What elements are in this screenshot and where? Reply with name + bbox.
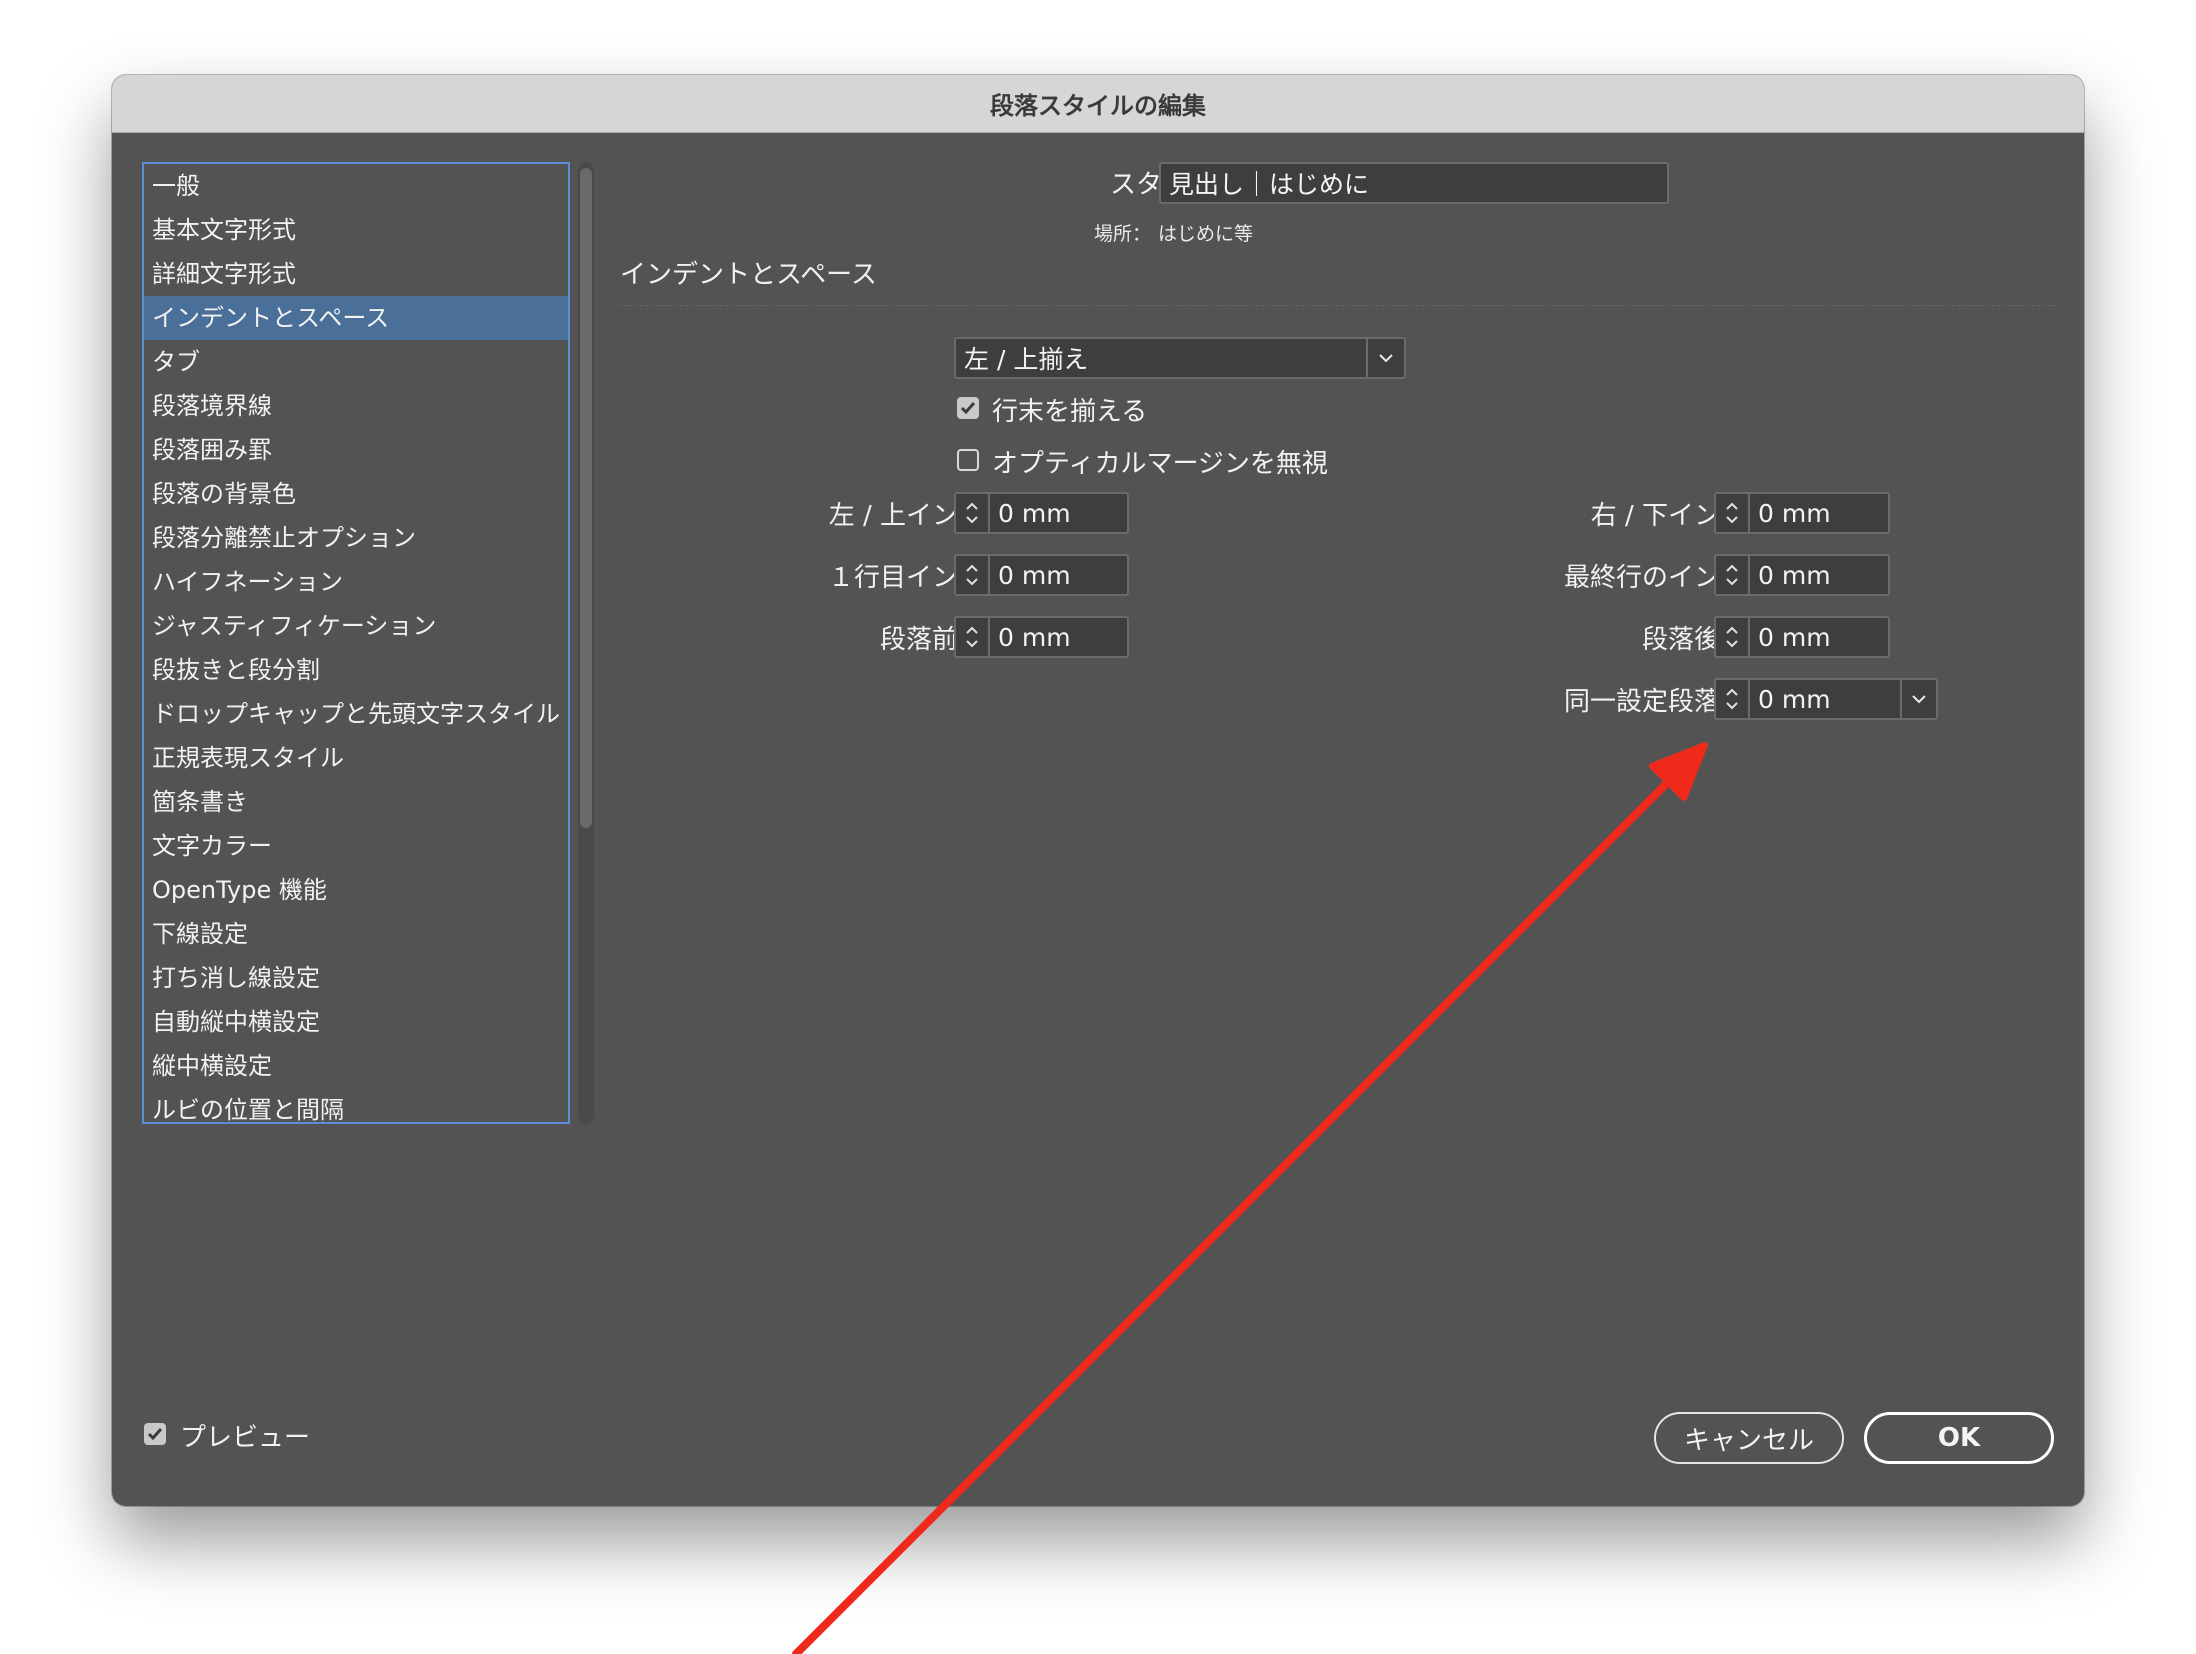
category-item-hyphenation[interactable]: ハイフネーション [144,560,568,604]
dialog-titlebar[interactable]: 段落スタイルの編集 [112,75,2084,133]
category-item-tate-chu-yoko[interactable]: 縦中横設定 [144,1044,568,1088]
space-before-stepper[interactable]: 0 mm [954,616,1129,658]
category-item-advanced-character[interactable]: 詳細文字形式 [144,252,568,296]
up-down-arrows-icon[interactable] [956,618,990,656]
category-list[interactable]: 一般 基本文字形式 詳細文字形式 インデントとスペース タブ 段落境界線 段落囲… [142,162,570,1124]
align-to-end-checkbox[interactable] [957,397,979,419]
same-style-spacing-stepper[interactable]: 0 mm [1714,678,1938,720]
checkmark-icon [960,402,976,415]
up-down-arrows-icon[interactable] [1716,556,1750,594]
category-item-keep-options[interactable]: 段落分離禁止オプション [144,516,568,560]
category-item-auto-tate-chu-yoko[interactable]: 自動縦中横設定 [144,1000,568,1044]
right-indent-value[interactable]: 0 mm [1758,494,1831,532]
category-scrollbar[interactable] [578,162,594,1124]
space-after-stepper[interactable]: 0 mm [1714,616,1890,658]
ignore-optical-margin-label[interactable]: オプティカルマージンを無視 [992,443,1328,480]
location-label: 場所： [1094,223,1152,245]
chevron-down-icon[interactable] [1366,339,1404,377]
section-divider [620,305,2055,306]
checkmark-icon [147,1428,163,1441]
space-before-value[interactable]: 0 mm [998,618,1071,656]
up-down-arrows-icon[interactable] [956,494,990,532]
dialog-title: 段落スタイルの編集 [990,92,1206,120]
category-item-paragraph-rules[interactable]: 段落境界線 [144,384,568,428]
space-after-value[interactable]: 0 mm [1758,618,1831,656]
up-down-arrows-icon[interactable] [956,556,990,594]
ignore-optical-margin-checkbox[interactable] [957,449,979,471]
first-line-indent-stepper[interactable]: 0 mm [954,554,1129,596]
left-indent-stepper[interactable]: 0 mm [954,492,1129,534]
category-item-tabs[interactable]: タブ [144,340,568,384]
left-indent-value[interactable]: 0 mm [998,494,1071,532]
scrollbar-thumb[interactable] [580,168,592,828]
cancel-button[interactable]: キャンセル [1654,1412,1844,1464]
align-to-end-label[interactable]: 行末を揃える [992,391,1147,428]
category-item-justification[interactable]: ジャスティフィケーション [144,604,568,648]
style-name-input[interactable]: 見出し｜はじめに [1159,162,1669,204]
last-line-indent-value[interactable]: 0 mm [1758,556,1831,594]
category-item-basic-character[interactable]: 基本文字形式 [144,208,568,252]
alignment-dropdown[interactable]: 左 / 上揃え [954,337,1406,379]
category-item-paragraph-shading[interactable]: 段落の背景色 [144,472,568,516]
category-item-paragraph-border[interactable]: 段落囲み罫 [144,428,568,472]
up-down-arrows-icon[interactable] [1716,618,1750,656]
category-item-drop-caps[interactable]: ドロップキャップと先頭文字スタイル [144,692,568,736]
category-item-general[interactable]: 一般 [144,164,568,208]
alignment-value: 左 / 上揃え [964,345,1089,374]
section-heading: インデントとスペース [620,260,877,290]
category-item-bullets[interactable]: 箇条書き [144,780,568,824]
right-indent-stepper[interactable]: 0 mm [1714,492,1890,534]
category-item-character-color[interactable]: 文字カラー [144,824,568,868]
category-item-indents-spacing[interactable]: インデントとスペース [144,296,568,340]
category-item-opentype[interactable]: OpenType 機能 [144,868,568,912]
up-down-arrows-icon[interactable] [1716,494,1750,532]
last-line-indent-stepper[interactable]: 0 mm [1714,554,1890,596]
location-value: はじめに等 [1158,223,1254,245]
category-item-span-columns[interactable]: 段抜きと段分割 [144,648,568,692]
same-style-spacing-value[interactable]: 0 mm [1758,680,1831,718]
first-line-indent-value[interactable]: 0 mm [998,556,1071,594]
up-down-arrows-icon[interactable] [1716,680,1750,718]
preview-label[interactable]: プレビュー [180,1417,310,1454]
ok-button[interactable]: OK [1864,1412,2054,1464]
category-item-ruby[interactable]: ルビの位置と間隔 [144,1088,568,1132]
chevron-down-icon[interactable] [1900,680,1936,718]
category-item-strikethrough[interactable]: 打ち消し線設定 [144,956,568,1000]
preview-checkbox[interactable] [144,1423,166,1445]
category-item-underline[interactable]: 下線設定 [144,912,568,956]
category-item-grep-style[interactable]: 正規表現スタイル [144,736,568,780]
paragraph-style-dialog: 段落スタイルの編集 一般 基本文字形式 詳細文字形式 インデントとスペース タブ… [112,75,2084,1506]
